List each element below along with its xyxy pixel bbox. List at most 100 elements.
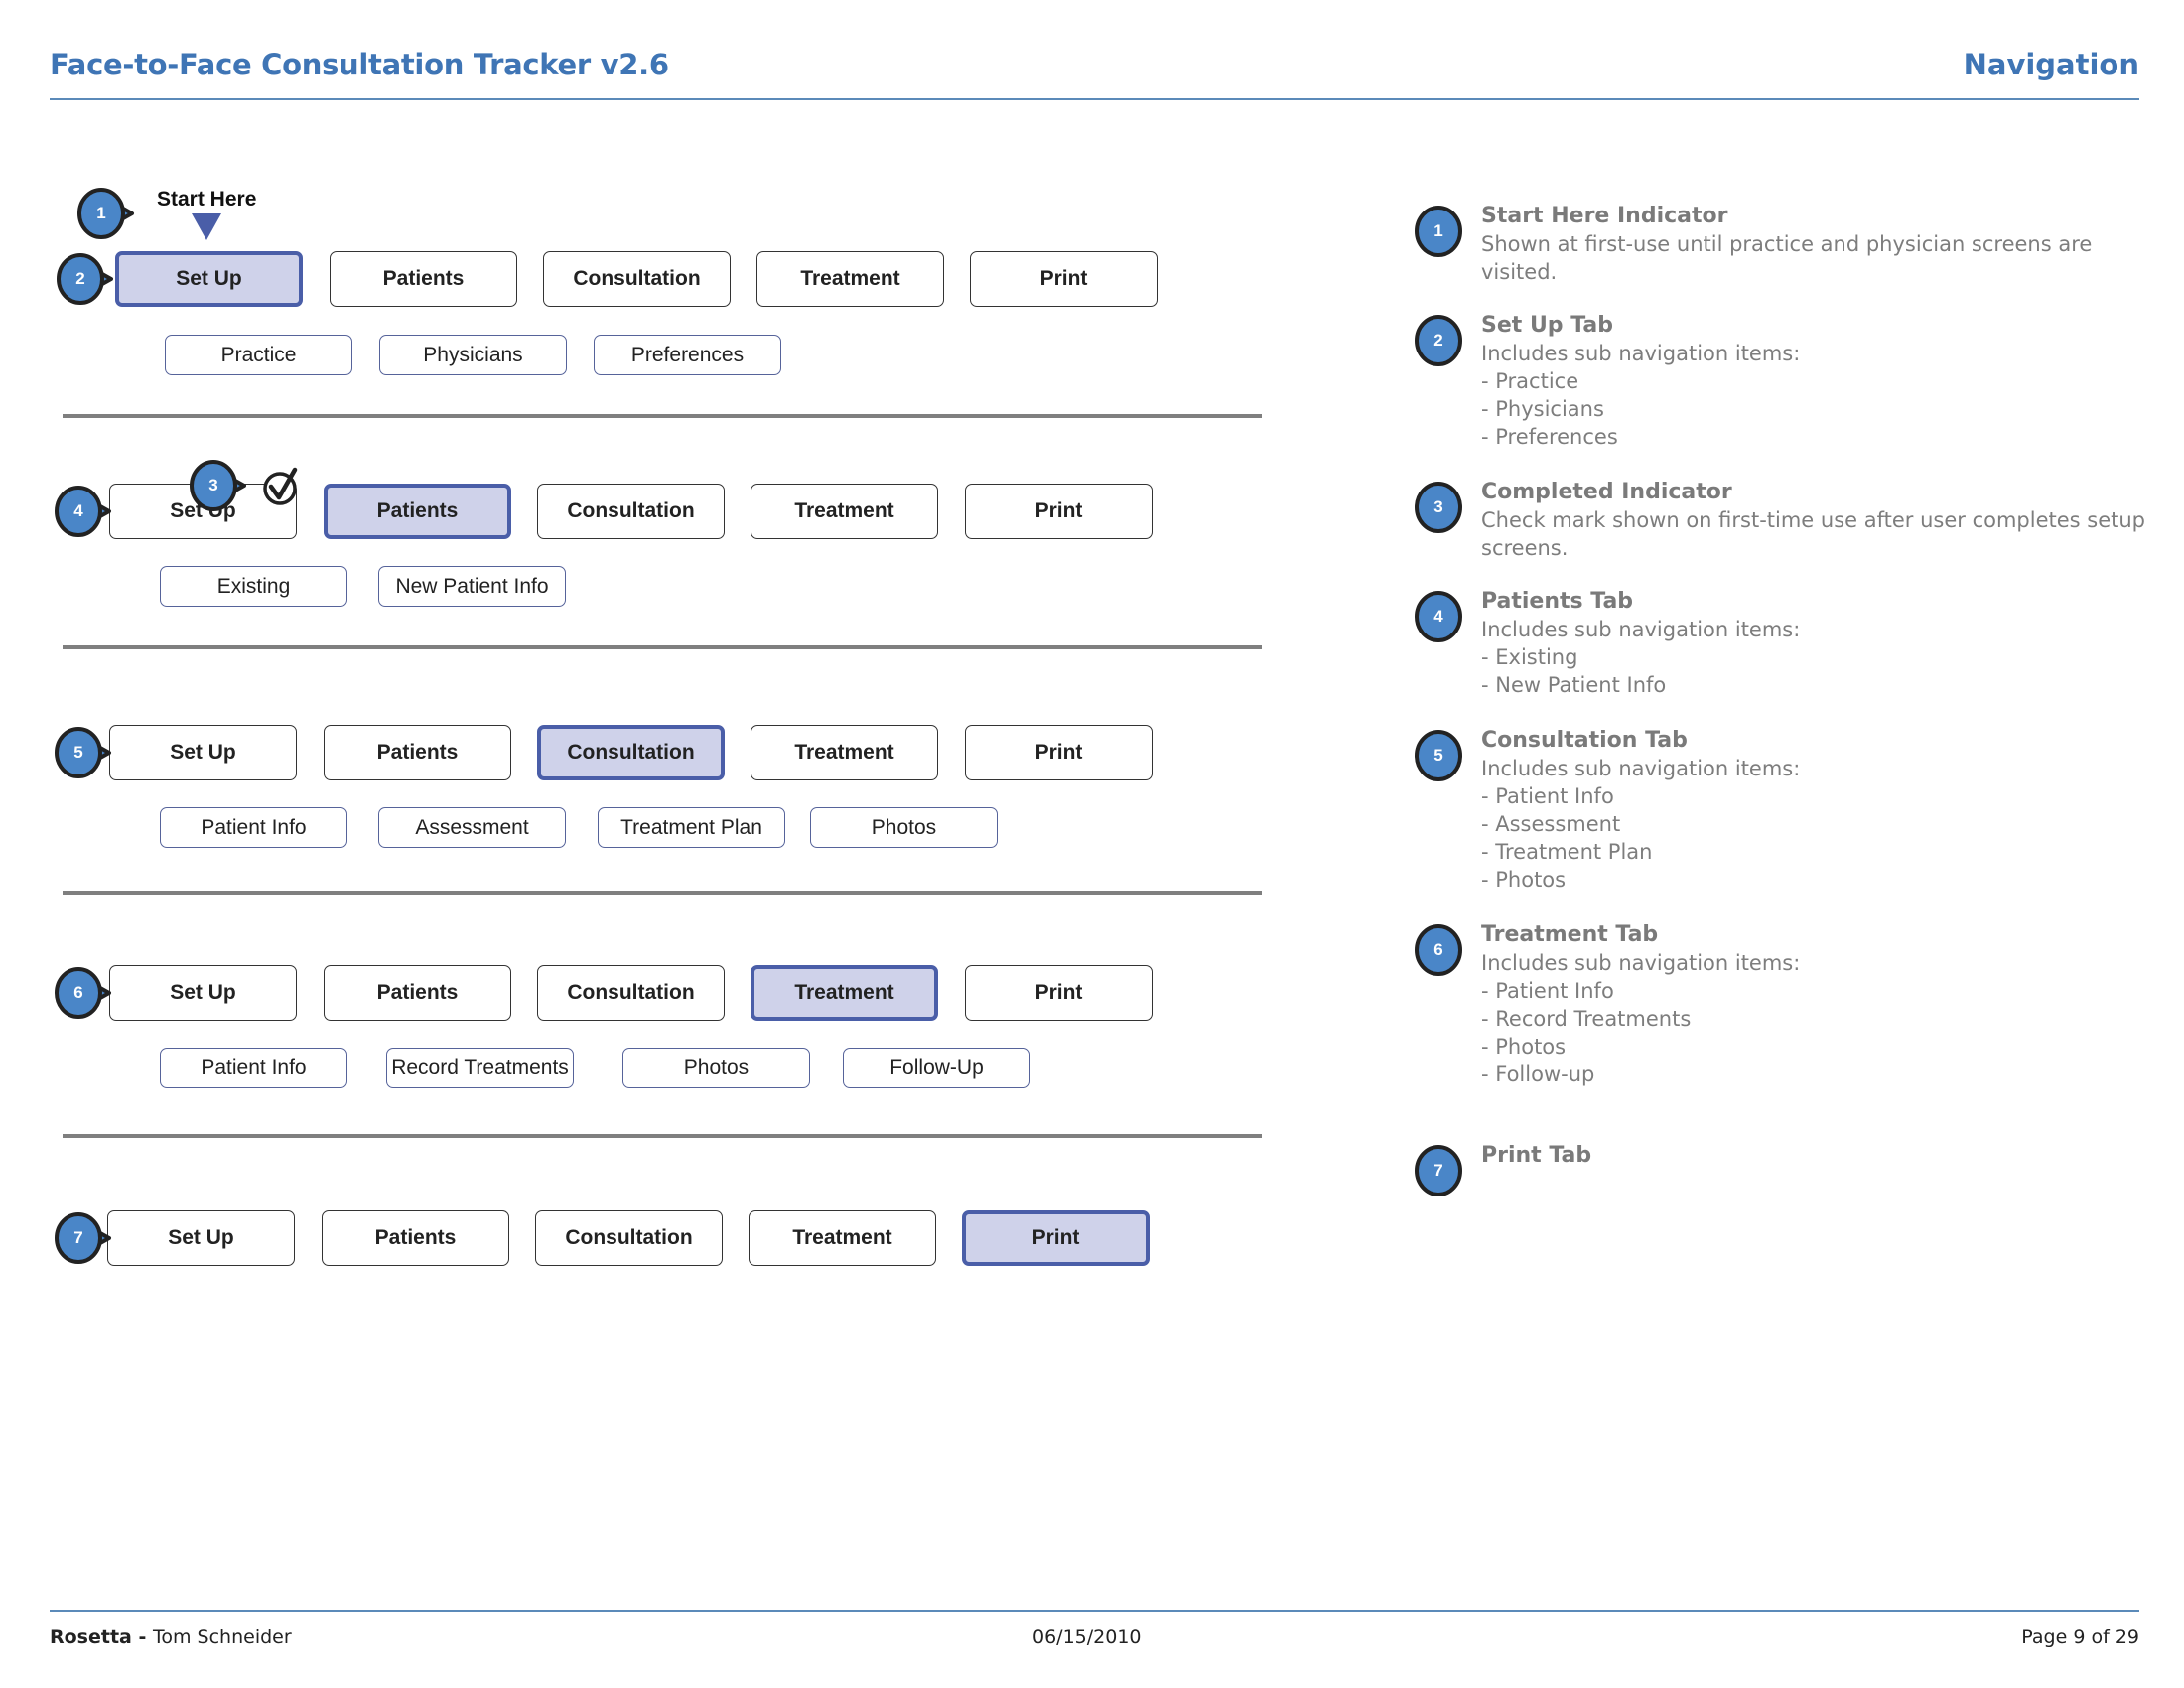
description-line: - Existing [1481, 645, 1578, 669]
description-title: Patients Tab [1481, 589, 1634, 614]
badge-number: 2 [1433, 331, 1443, 350]
description-line: - Treatment Plan [1481, 840, 1653, 864]
description-line: - Patient Info [1481, 784, 1614, 808]
description-line: - New Patient Info [1481, 673, 1667, 697]
tab-consultation[interactable]: Consultation [537, 725, 725, 780]
description-item: Treatment Tab Includes sub navigation ite… [1481, 921, 2146, 1088]
subnav-treatment-plan[interactable]: Treatment Plan [598, 807, 785, 848]
section-title: Navigation [1963, 48, 2139, 81]
description-badge: 3 [1412, 481, 1465, 534]
footer-author: Tom Schneider [153, 1626, 292, 1648]
subnav-existing[interactable]: Existing [160, 566, 347, 607]
tab-set-up[interactable]: Set Up [109, 965, 297, 1021]
tab-treatment[interactable]: Treatment [751, 484, 938, 539]
tab-print[interactable]: Print [965, 725, 1153, 780]
subnav-patient-info[interactable]: Patient Info [160, 1048, 347, 1088]
description-title: Start Here Indicator [1481, 204, 1728, 228]
footer-credit: Rosetta - Tom Schneider [50, 1626, 292, 1648]
subnav-patient-info[interactable]: Patient Info [160, 807, 347, 848]
badge-number: 1 [96, 204, 106, 222]
footer-company: Rosetta [50, 1626, 132, 1648]
tab-patients[interactable]: Patients [324, 965, 511, 1021]
footer-divider [50, 1610, 2139, 1612]
badge-number: 4 [1433, 607, 1443, 626]
description-item: Print Tab [1481, 1142, 2146, 1170]
tab-set-up[interactable]: Set Up [115, 251, 303, 307]
subnav-photos[interactable]: Photos [622, 1048, 810, 1088]
header-divider [50, 98, 2139, 100]
subnav-physicians[interactable]: Physicians [379, 335, 567, 375]
tab-treatment[interactable]: Treatment [749, 1210, 936, 1266]
tab-patients[interactable]: Patients [324, 725, 511, 780]
document-title: Face-to-Face Consultation Tracker v2.6 [50, 48, 669, 81]
callout-badge-completed: 3 [187, 459, 248, 512]
badge-number: 5 [73, 743, 83, 762]
section-divider [63, 1134, 1262, 1138]
tab-treatment[interactable]: Treatment [751, 965, 938, 1021]
description-line: - Follow-up [1481, 1062, 1595, 1086]
subnav-record-treatments[interactable]: Record Treatments [386, 1048, 574, 1088]
tab-treatment[interactable]: Treatment [756, 251, 944, 307]
description-badge: 5 [1412, 729, 1465, 782]
footer-page-number: Page 9 of 29 [2021, 1626, 2139, 1648]
subnav-assessment[interactable]: Assessment [378, 807, 566, 848]
description-line: Shown at first-use until practice and ph… [1481, 232, 2093, 284]
tab-treatment[interactable]: Treatment [751, 725, 938, 780]
tab-consultation[interactable]: Consultation [535, 1210, 723, 1266]
callout-badge: 2 [54, 252, 115, 306]
badge-number: 5 [1433, 746, 1443, 765]
section-divider [63, 645, 1262, 649]
description-line: Includes sub navigation items: [1481, 618, 1801, 641]
description-title: Set Up Tab [1481, 313, 1613, 338]
tab-consultation[interactable]: Consultation [537, 965, 725, 1021]
badge-number: 7 [1433, 1161, 1443, 1180]
description-item: Patients Tab Includes sub navigation item… [1481, 588, 2146, 699]
description-line: - Physicians [1481, 397, 1604, 421]
section-divider [63, 891, 1262, 895]
tab-set-up[interactable]: Set Up [107, 1210, 295, 1266]
subnav-practice[interactable]: Practice [165, 335, 352, 375]
tab-consultation[interactable]: Consultation [543, 251, 731, 307]
description-line: - Practice [1481, 369, 1579, 393]
badge-number: 2 [75, 269, 85, 288]
tab-print[interactable]: Print [970, 251, 1158, 307]
badge-number: 6 [1433, 940, 1443, 959]
description-badge: 7 [1412, 1144, 1465, 1197]
callout-badge: 4 [52, 485, 113, 538]
description-line: Includes sub navigation items: [1481, 757, 1801, 780]
description-line: - Record Treatments [1481, 1007, 1692, 1031]
description-badge: 2 [1412, 314, 1465, 367]
tab-patients[interactable]: Patients [330, 251, 517, 307]
description-item: Set Up Tab Includes sub navigation items:… [1481, 312, 2146, 451]
tab-print[interactable]: Print [965, 965, 1153, 1021]
tab-consultation[interactable]: Consultation [537, 484, 725, 539]
callout-badge: 5 [52, 726, 113, 779]
badge-number: 6 [73, 983, 83, 1002]
description-line: - Patient Info [1481, 979, 1614, 1003]
callout-badge-start-here: 1 [74, 187, 136, 240]
description-line: - Photos [1481, 868, 1567, 892]
tab-print[interactable]: Print [962, 1210, 1150, 1266]
start-here-label: Start Here [157, 188, 257, 211]
tab-patients[interactable]: Patients [324, 484, 511, 539]
description-line: - Assessment [1481, 812, 1621, 836]
description-line: Check mark shown on first-time use after… [1481, 508, 2146, 560]
footer-separator: - [131, 1626, 153, 1648]
tab-set-up[interactable]: Set Up [109, 725, 297, 780]
subnav-preferences[interactable]: Preferences [594, 335, 781, 375]
description-item: Completed Indicator Check mark shown on f… [1481, 479, 2146, 562]
footer-date: 06/15/2010 [1032, 1626, 1142, 1648]
callout-badge: 6 [52, 966, 113, 1020]
description-line: Includes sub navigation items: [1481, 951, 1801, 975]
description-line: - Preferences [1481, 425, 1618, 449]
tab-print[interactable]: Print [965, 484, 1153, 539]
section-divider [63, 414, 1262, 418]
subnav-new-patient-info[interactable]: New Patient Info [378, 566, 566, 607]
tab-patients[interactable]: Patients [322, 1210, 509, 1266]
subnav-follow-up[interactable]: Follow-Up [843, 1048, 1030, 1088]
check-circle-icon [262, 467, 302, 510]
badge-number: 7 [73, 1228, 83, 1247]
callout-badge: 7 [52, 1211, 113, 1265]
description-item: Consultation Tab Includes sub navigation … [1481, 727, 2146, 894]
subnav-photos[interactable]: Photos [810, 807, 998, 848]
